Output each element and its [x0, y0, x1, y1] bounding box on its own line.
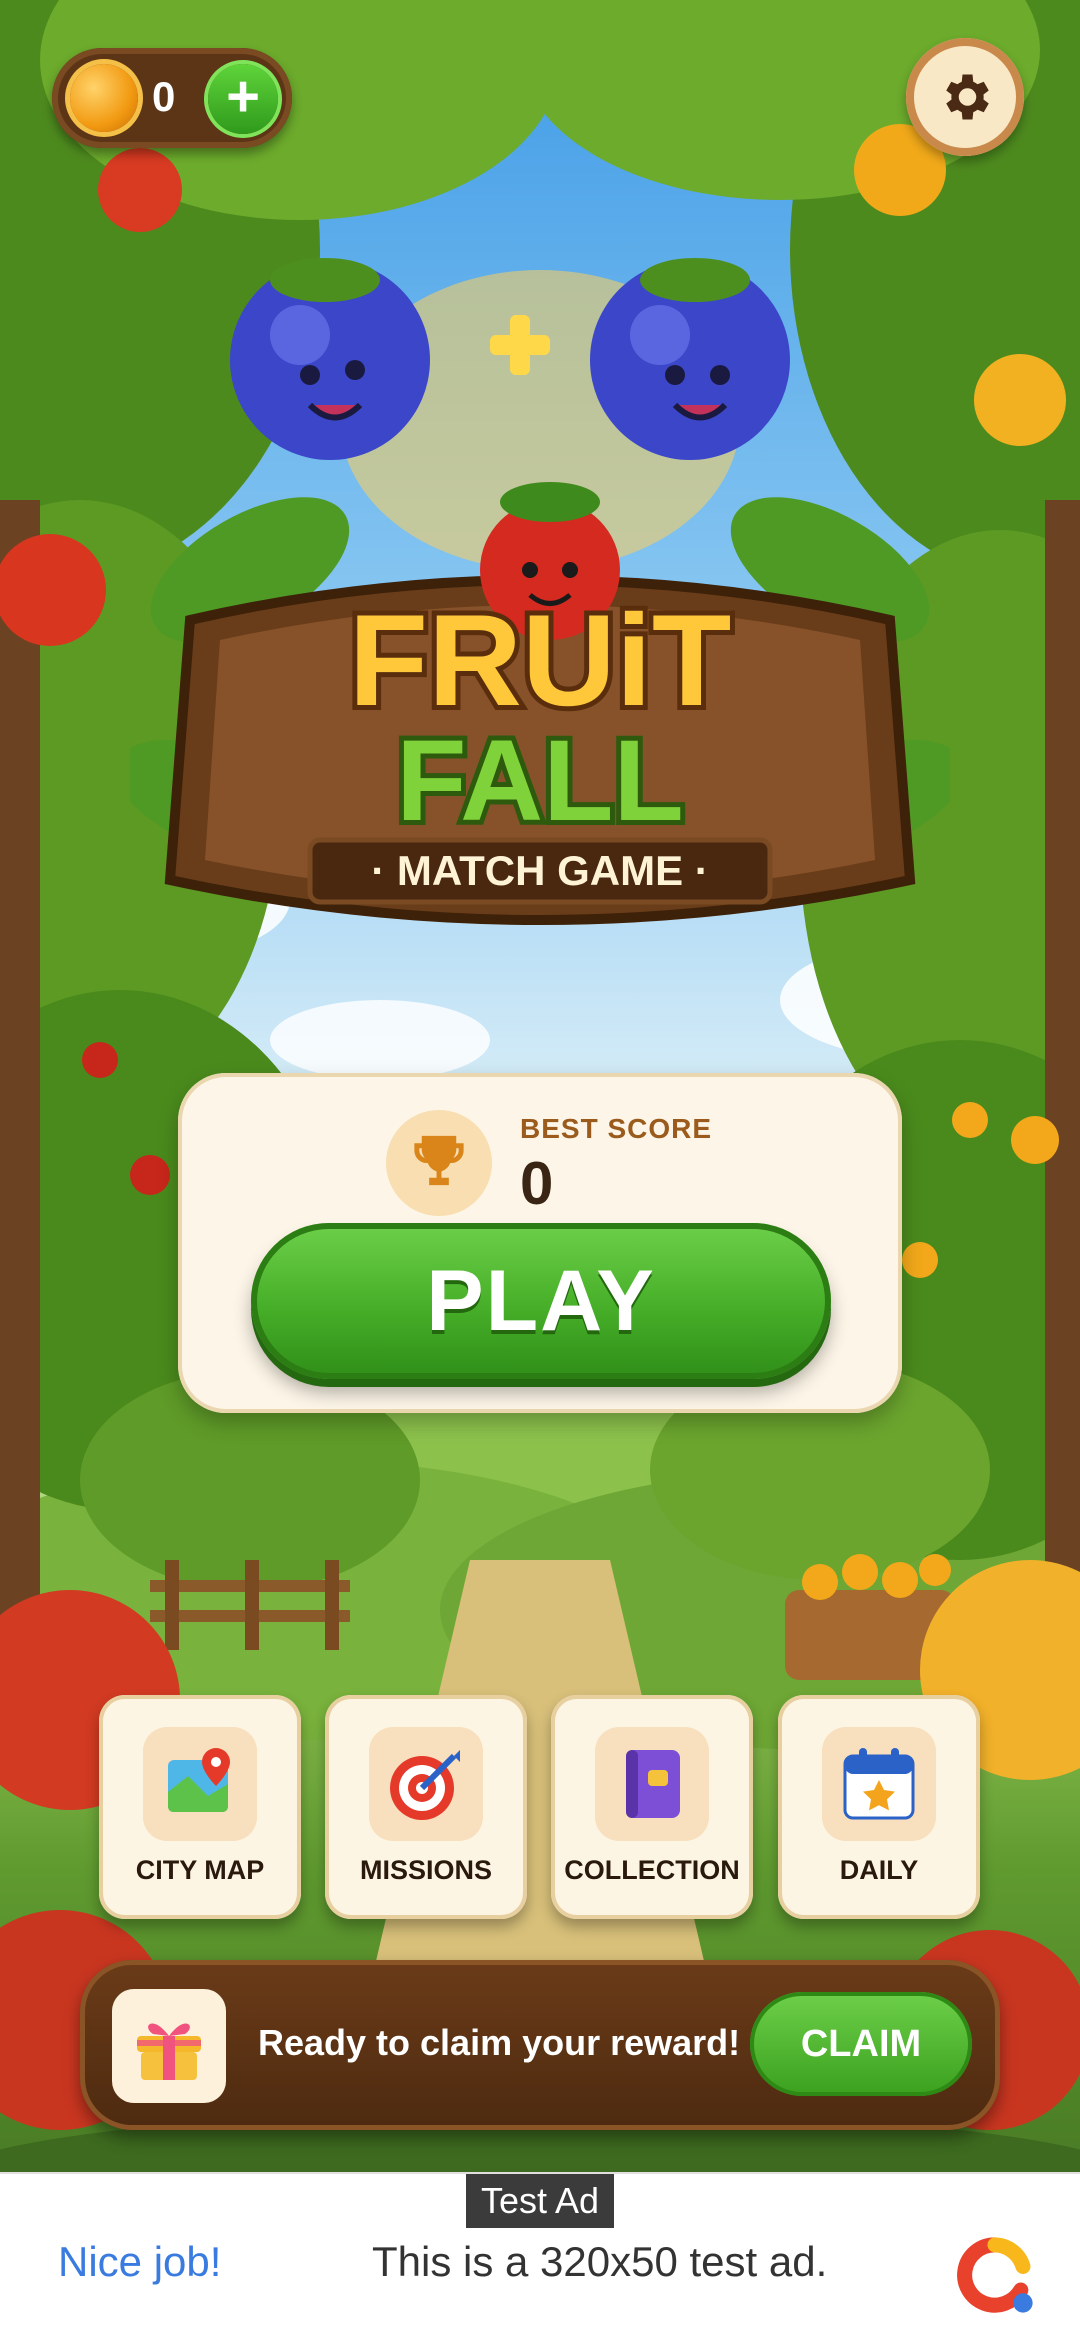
coin-count: 0: [152, 73, 176, 120]
collection-icon-box: [595, 1727, 709, 1841]
settings-button[interactable]: [906, 38, 1024, 156]
missions-icon-box: [369, 1727, 483, 1841]
menu-label: DAILY: [839, 1855, 919, 1885]
city-map-button[interactable]: CITY MAP: [99, 1695, 301, 1919]
add-coins-button[interactable]: +: [208, 64, 278, 134]
play-button[interactable]: PLAY: [251, 1223, 831, 1379]
book-icon: [626, 1750, 680, 1818]
coin-counter: 0 +: [52, 48, 292, 148]
game-logo: FRUiT FALL · MATCH GAME ·: [130, 258, 950, 925]
gift-icon: [137, 2023, 201, 2080]
ad-headline: Nice job!: [58, 2238, 222, 2285]
best-score-label: BEST SCORE: [520, 1113, 713, 1144]
daily-button[interactable]: DAILY: [778, 1695, 980, 1919]
target-icon: [390, 1750, 460, 1820]
calendar-star-icon: [843, 1748, 915, 1820]
best-score-value: 0: [520, 1150, 554, 1217]
gear-icon: [946, 74, 989, 120]
ad-network-icon: [957, 2237, 1033, 2313]
claim-button[interactable]: CLAIM: [750, 1992, 972, 2096]
reward-message: Ready to claim your reward!: [258, 2022, 741, 2063]
menu-label: COLLECTION: [564, 1855, 740, 1885]
trophy-icon: [414, 1135, 464, 1186]
trophy-badge: [386, 1110, 492, 1216]
reward-banner: Ready to claim your reward! CLAIM: [80, 1960, 1000, 2130]
collection-button[interactable]: COLLECTION: [551, 1695, 753, 1919]
daily-icon-box: [822, 1727, 936, 1841]
test-ad-banner[interactable]: Test Ad Nice job! This is a 320x50 test …: [0, 2172, 1080, 2340]
logo-title-line1: FRUiT: [349, 587, 732, 733]
city-map-icon-box: [143, 1727, 257, 1841]
logo-title-line2: FALL: [396, 717, 683, 845]
coin-icon: [70, 64, 138, 132]
ad-tag: Test Ad: [466, 2174, 614, 2228]
gift-badge: [112, 1989, 226, 2103]
menu-label: CITY MAP: [135, 1855, 265, 1885]
ad-body-text: This is a 320x50 test ad.: [372, 2238, 828, 2285]
missions-button[interactable]: MISSIONS: [325, 1695, 527, 1919]
menu-label: MISSIONS: [359, 1855, 493, 1885]
best-score-card: BEST SCORE 0 PLAY: [178, 1073, 902, 1413]
map-icon: [168, 1748, 230, 1812]
logo-tagline: · MATCH GAME ·: [371, 847, 709, 894]
game-home-screen: 0 + FRUiT FALL · MATCH GAME · BEST SCORE…: [0, 0, 1080, 2340]
